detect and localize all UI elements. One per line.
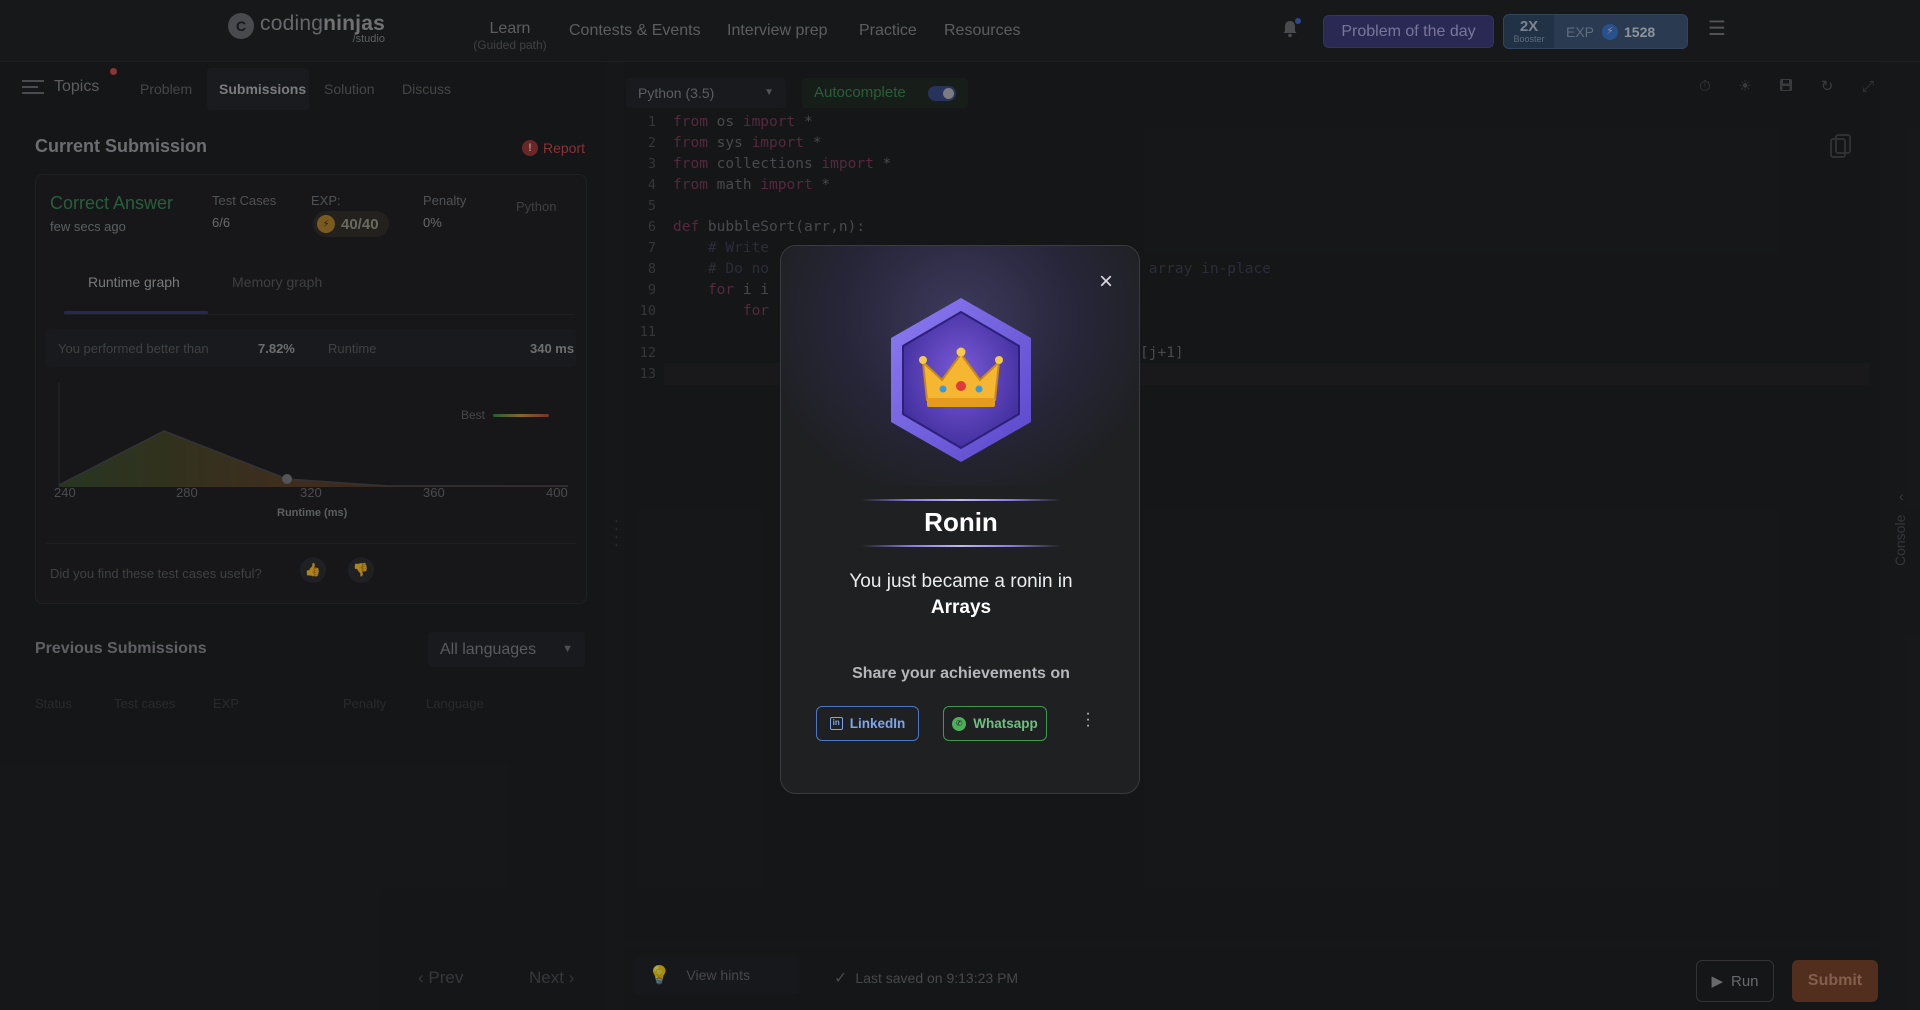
- linkedin-label: LinkedIn: [849, 716, 906, 731]
- rank-divider-top: [861, 499, 1061, 501]
- more-options-icon[interactable]: · · ·: [1085, 706, 1091, 734]
- whatsapp-label: Whatsapp: [973, 716, 1038, 731]
- whatsapp-icon: ✆: [952, 716, 967, 731]
- ronin-badge: [887, 296, 1035, 464]
- share-title: Share your achievements on: [852, 665, 1070, 682]
- achievement-topic: Arrays: [930, 597, 992, 618]
- achievement-message: You just became a ronin in Arrays: [821, 569, 1101, 621]
- share-linkedin-button[interactable]: in LinkedIn: [816, 706, 919, 741]
- achievement-modal: × Ronin You just became a ronin in Array…: [780, 245, 1140, 794]
- linkedin-icon: in: [829, 717, 843, 730]
- share-whatsapp-button[interactable]: ✆ Whatsapp: [943, 706, 1047, 741]
- close-icon[interactable]: ×: [1095, 270, 1117, 294]
- achievement-message-text: You just became a ronin in: [849, 571, 1073, 592]
- rank-title: Ronin: [924, 507, 998, 537]
- rank-divider-bottom: [861, 545, 1061, 547]
